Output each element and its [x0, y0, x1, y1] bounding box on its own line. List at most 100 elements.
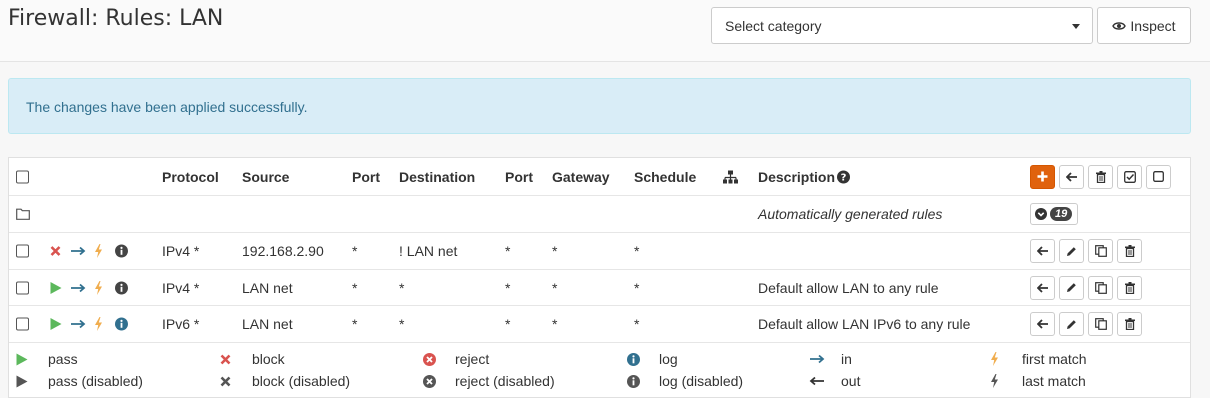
- rule-description: Default allow LAN to any rule: [758, 279, 939, 296]
- pencil-icon: [1067, 283, 1076, 292]
- rule-port2: *: [505, 316, 511, 332]
- auto-rules-toggle[interactable]: 19: [1030, 203, 1078, 225]
- play-icon[interactable]: [50, 318, 62, 331]
- table-row: IPv4 * LAN net * * * * * Default allow L…: [9, 270, 1190, 306]
- column-protocol: Protocol: [162, 168, 219, 185]
- info-icon[interactable]: [115, 281, 128, 294]
- trash-icon: [1124, 318, 1135, 330]
- pencil-icon: [1067, 246, 1076, 256]
- legend-reject-label: reject: [455, 351, 490, 367]
- delete-selected-button[interactable]: [1088, 164, 1113, 189]
- play-icon: [16, 375, 38, 388]
- legend-out: out: [809, 373, 860, 389]
- legend-in: in: [809, 351, 852, 367]
- column-port2: Port: [505, 168, 533, 185]
- move-selected-button[interactable]: [1059, 164, 1084, 189]
- legend-block-disabled: block (disabled): [220, 373, 350, 389]
- disable-selected-button[interactable]: [1146, 164, 1171, 189]
- rule-source: LAN net: [242, 316, 293, 332]
- table-row: IPv4 * 192.168.2.90 * ! LAN net * * *: [9, 233, 1190, 270]
- rule-port2: *: [505, 279, 511, 296]
- sitemap-icon: [723, 170, 738, 183]
- edit-rule-button[interactable]: [1059, 239, 1084, 263]
- legend-pass-disabled: pass (disabled): [16, 373, 143, 389]
- row-checkbox[interactable]: [16, 317, 29, 331]
- arrow-left-icon: [809, 376, 831, 386]
- rule-source: 192.168.2.90: [242, 243, 324, 259]
- rules-panel: Protocol Source Port Destination Port Ga…: [8, 157, 1191, 398]
- auto-rules-row[interactable]: Automatically generated rules 19: [9, 196, 1190, 233]
- legend-log: log: [627, 351, 678, 367]
- rule-destination: ! LAN net: [399, 243, 458, 259]
- rule-gateway: *: [552, 279, 558, 296]
- legend-pass-disabled-label: pass (disabled): [48, 373, 143, 389]
- plus-icon: [1037, 171, 1048, 182]
- times-circle-icon: [423, 352, 445, 366]
- row-checkbox[interactable]: [16, 244, 29, 258]
- times-icon: [220, 354, 242, 365]
- rule-port: *: [352, 243, 358, 259]
- copy-icon: [1094, 281, 1107, 294]
- eye-icon: [1112, 21, 1127, 30]
- clone-rule-button[interactable]: [1088, 312, 1113, 336]
- rule-gateway: *: [552, 316, 558, 332]
- select-all-checkbox[interactable]: [16, 170, 29, 183]
- rule-destination: *: [399, 279, 405, 296]
- legend-pass: pass: [16, 351, 78, 367]
- row-checkbox[interactable]: [16, 281, 29, 294]
- legend-last-match: last match: [990, 373, 1086, 389]
- legend: pass pass (disabled) block block (disabl…: [9, 344, 1190, 398]
- arrow-left-icon: [1036, 282, 1048, 293]
- pencil-icon: [1067, 319, 1076, 329]
- move-before-button[interactable]: [1030, 312, 1055, 336]
- times-circle-icon: [423, 374, 445, 388]
- legend-out-label: out: [841, 373, 861, 389]
- arrow-right-icon: [809, 354, 831, 364]
- move-before-button[interactable]: [1030, 275, 1055, 300]
- auto-rules-description: Automatically generated rules: [758, 206, 943, 222]
- question-circle-icon[interactable]: ?: [837, 170, 850, 183]
- legend-in-label: in: [841, 351, 852, 367]
- rule-description: Default allow LAN IPv6 to any rule: [758, 316, 971, 332]
- delete-rule-button[interactable]: [1117, 239, 1142, 263]
- clone-rule-button[interactable]: [1088, 275, 1113, 300]
- inspect-button[interactable]: Inspect: [1097, 7, 1191, 44]
- trash-icon: [1124, 281, 1135, 294]
- column-description: Description: [758, 168, 836, 185]
- edit-rule-button[interactable]: [1059, 275, 1084, 300]
- legend-log-disabled: log (disabled): [627, 373, 743, 389]
- play-icon[interactable]: [50, 281, 62, 294]
- rule-schedule: *: [634, 316, 640, 332]
- column-source: Source: [242, 168, 290, 185]
- legend-block-disabled-label: block (disabled): [252, 373, 351, 389]
- arrow-left-icon: [1065, 171, 1077, 182]
- bolt-icon: [990, 374, 1012, 388]
- arrow-right-icon: [70, 319, 86, 329]
- info-icon[interactable]: [115, 244, 128, 258]
- legend-first-match-label: first match: [1022, 351, 1087, 367]
- legend-pass-label: pass: [48, 351, 78, 367]
- arrow-left-icon: [1036, 246, 1048, 256]
- legend-first-match: first match: [990, 351, 1087, 367]
- add-rule-button[interactable]: [1030, 164, 1055, 189]
- category-select[interactable]: Select category: [711, 7, 1093, 44]
- column-destination: Destination: [399, 168, 476, 185]
- trash-icon: [1124, 245, 1135, 257]
- delete-rule-button[interactable]: [1117, 312, 1142, 336]
- page-title: Firewall: Rules: LAN: [8, 6, 224, 31]
- svg-text:?: ?: [841, 172, 847, 183]
- arrow-right-icon: [70, 283, 86, 293]
- success-alert: The changes have been applied successful…: [8, 78, 1191, 134]
- enable-selected-button[interactable]: [1117, 164, 1142, 189]
- top-bar: Firewall: Rules: LAN Select category Ins…: [0, 0, 1210, 62]
- edit-rule-button[interactable]: [1059, 312, 1084, 336]
- legend-log-label: log: [659, 351, 678, 367]
- move-before-button[interactable]: [1030, 239, 1055, 263]
- info-icon[interactable]: [115, 317, 128, 331]
- bolt-icon: [94, 280, 103, 295]
- block-icon[interactable]: [50, 246, 61, 257]
- delete-rule-button[interactable]: [1117, 275, 1142, 300]
- folder-icon: [16, 208, 30, 220]
- rule-protocol: IPv4 *: [162, 279, 200, 296]
- clone-rule-button[interactable]: [1088, 239, 1113, 263]
